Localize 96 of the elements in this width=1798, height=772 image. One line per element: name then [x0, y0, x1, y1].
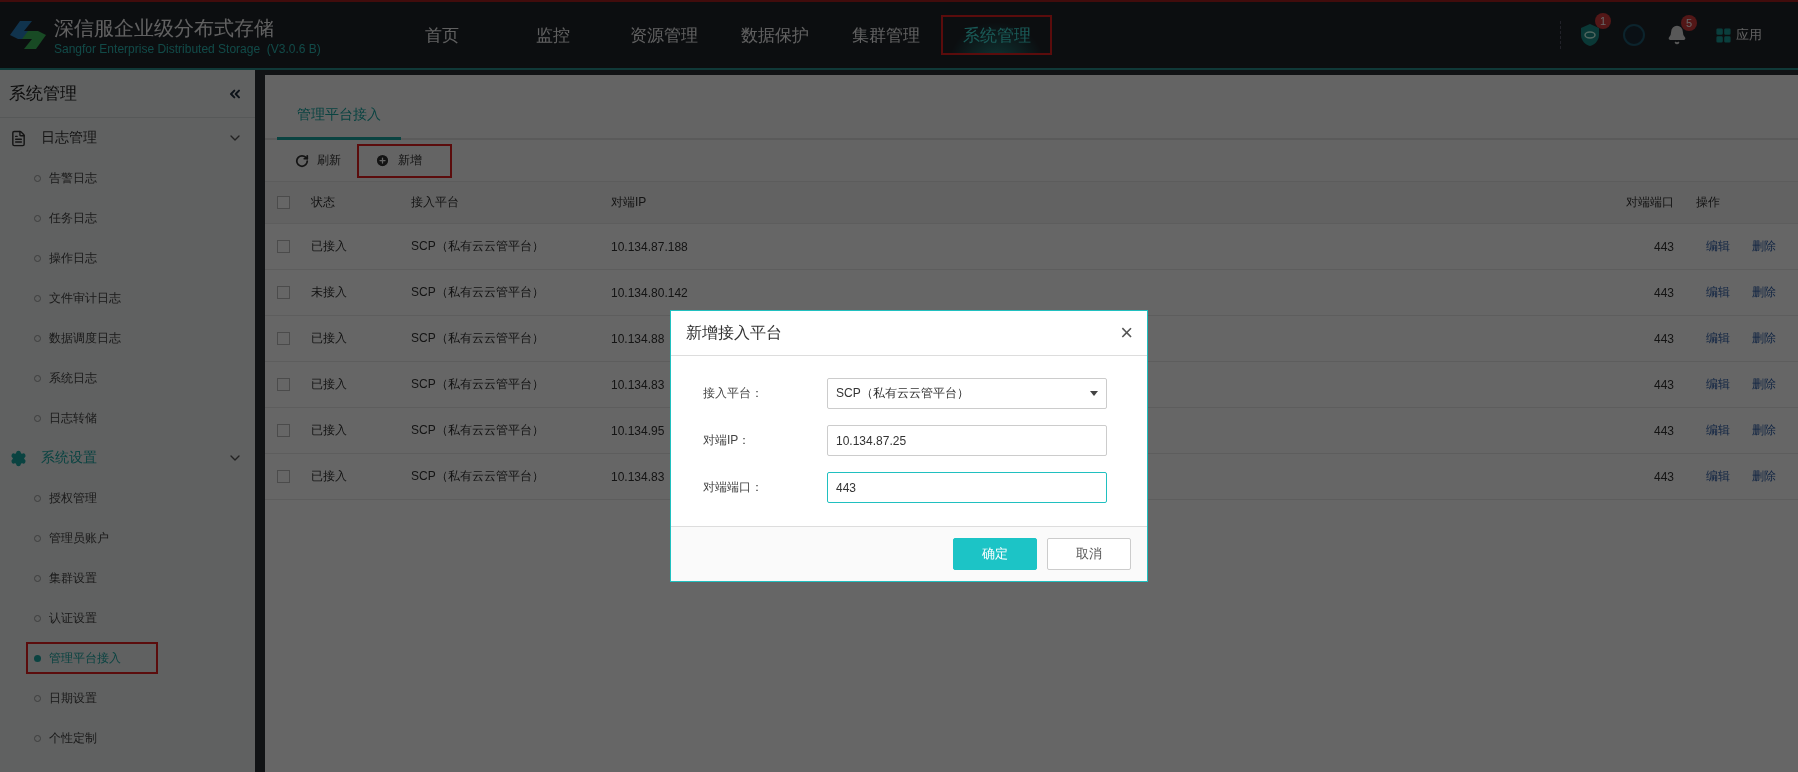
table-cell-text: 443 [1653, 423, 1675, 438]
delete-link[interactable]: 删除 [1752, 238, 1776, 255]
table-cell-text: 443 [1653, 377, 1675, 392]
delete-link[interactable]: 删除 [1752, 422, 1776, 439]
sidebar-title: 系统管理 [9, 83, 77, 105]
sidebar-item[interactable]: 数据调度日志 [26, 322, 158, 354]
delete-link[interactable]: 删除 [1752, 468, 1776, 485]
alert-count-badge: 1 [1595, 13, 1611, 29]
column-header: 接入平台 [410, 194, 460, 211]
sidebar-item[interactable]: 授权管理 [26, 482, 158, 514]
apps-button[interactable]: 应用 [1709, 25, 1768, 45]
table-cell-text: 10.134.95 [610, 423, 666, 438]
column-header: 对端IP [610, 194, 648, 211]
document-icon [10, 129, 27, 147]
shield-eye-icon[interactable] [1579, 23, 1601, 47]
sidebar-group[interactable]: 日志管理 [0, 118, 255, 158]
close-button[interactable]: × [1120, 320, 1133, 346]
table-cell-text: SCP（私有云云管平台） [410, 284, 545, 301]
sidebar-item[interactable]: 告警日志 [26, 162, 158, 194]
sidebar-item[interactable]: 日志转储 [26, 402, 158, 434]
table-cell-text: SCP（私有云云管平台） [410, 376, 545, 393]
row-checkbox[interactable] [276, 286, 290, 299]
input-field[interactable]: 10.134.87.25 [827, 425, 1107, 456]
table-cell-text: 已接入 [310, 468, 348, 485]
table-cell-text: 未接入 [310, 284, 348, 301]
table-cell-text: 10.134.83 [610, 377, 666, 392]
edit-link[interactable]: 编辑 [1706, 468, 1730, 485]
row-checkbox[interactable] [276, 240, 290, 253]
confirm-button[interactable]: 确定 [953, 538, 1037, 570]
row-checkbox[interactable] [276, 470, 290, 483]
edit-link[interactable]: 编辑 [1706, 284, 1730, 301]
table-cell-text: 443 [1653, 331, 1675, 346]
edit-link[interactable]: 编辑 [1706, 422, 1730, 439]
table-cell-text: 10.134.88 [610, 331, 666, 346]
sidebar-item[interactable]: 日期设置 [26, 682, 158, 714]
column-header: 对端端口 [1626, 194, 1675, 211]
field-label: 接入平台： [703, 385, 764, 402]
table-cell-text: SCP（私有云云管平台） [410, 468, 545, 485]
row-checkbox[interactable] [276, 378, 290, 391]
column-header: 操作 [1695, 194, 1721, 211]
product-subtitle: Sangfor Enterprise Distributed Storage (V3.0.6 B) [54, 41, 322, 56]
row-checkbox[interactable] [276, 424, 290, 437]
table-cell-text: SCP（私有云云管平台） [410, 330, 545, 347]
delete-link[interactable]: 删除 [1752, 376, 1776, 393]
dialog-title: 新增接入平台 [686, 322, 782, 343]
delete-link[interactable]: 删除 [1752, 330, 1776, 347]
nav-tab[interactable]: 数据保护 [719, 15, 830, 55]
nav-tab[interactable]: 资源管理 [608, 15, 719, 55]
settings-icon [10, 449, 27, 467]
select-field[interactable]: SCP（私有云云管平台） [827, 378, 1107, 409]
table-cell-text: SCP（私有云云管平台） [410, 238, 545, 255]
table-cell-text: 已接入 [310, 422, 348, 439]
sidebar-item[interactable]: 认证设置 [26, 602, 158, 634]
sidebar-item[interactable]: 系统日志 [26, 362, 158, 394]
table-cell-text: 443 [1653, 285, 1675, 300]
sidebar-item[interactable]: 管理平台接入 [26, 642, 158, 674]
grid-icon [1715, 26, 1732, 44]
table-cell-text: 已接入 [310, 330, 348, 347]
table-cell-text: 已接入 [310, 376, 348, 393]
refresh-button[interactable]: 刷新 [285, 143, 357, 178]
bell-icon[interactable] [1667, 25, 1687, 45]
sidebar-item[interactable]: 集群设置 [26, 562, 158, 594]
table-cell-text: 443 [1653, 239, 1675, 254]
sidebar-item[interactable]: 任务日志 [26, 202, 158, 234]
sidebar-item[interactable]: 管理员账户 [26, 522, 158, 554]
edit-link[interactable]: 编辑 [1706, 376, 1730, 393]
add-button[interactable]: 新增 [357, 143, 452, 178]
sidebar-item[interactable]: 文件审计日志 [26, 282, 158, 314]
select-all-checkbox[interactable] [276, 196, 290, 209]
table-cell-text: 已接入 [310, 238, 348, 255]
product-title: 深信服企业级分布式存储 [54, 15, 275, 41]
field-label: 对端端口： [703, 479, 764, 496]
notification-count-badge: 5 [1681, 15, 1697, 31]
sidebar-group[interactable]: 系统设置 [0, 438, 255, 478]
nav-tab[interactable]: 集群管理 [830, 15, 941, 55]
table-cell-text: SCP（私有云云管平台） [410, 422, 545, 439]
field-label: 对端IP： [703, 432, 752, 449]
table-cell-text: 10.134.80.142 [610, 285, 689, 300]
cancel-button[interactable]: 取消 [1047, 538, 1131, 570]
delete-link[interactable]: 删除 [1752, 284, 1776, 301]
column-header: 状态 [310, 194, 336, 211]
edit-link[interactable]: 编辑 [1706, 330, 1730, 347]
edit-link[interactable]: 编辑 [1706, 238, 1730, 255]
input-field[interactable]: 443 [827, 472, 1107, 503]
refresh-icon [295, 153, 309, 168]
avatar-circle[interactable] [1623, 24, 1645, 46]
sidebar-item[interactable]: 个性定制 [26, 722, 158, 754]
plus-circle-icon [375, 153, 390, 168]
nav-tab[interactable]: 首页 [386, 15, 497, 55]
nav-tab[interactable]: 监控 [497, 15, 608, 55]
table-cell-text: 10.134.83 [610, 469, 666, 484]
table-cell-text: 443 [1653, 469, 1675, 484]
caret-icon [1090, 391, 1098, 396]
row-checkbox[interactable] [276, 332, 290, 345]
sidebar-item[interactable]: 操作日志 [26, 242, 158, 274]
table-cell-text: 10.134.87.188 [610, 239, 689, 254]
